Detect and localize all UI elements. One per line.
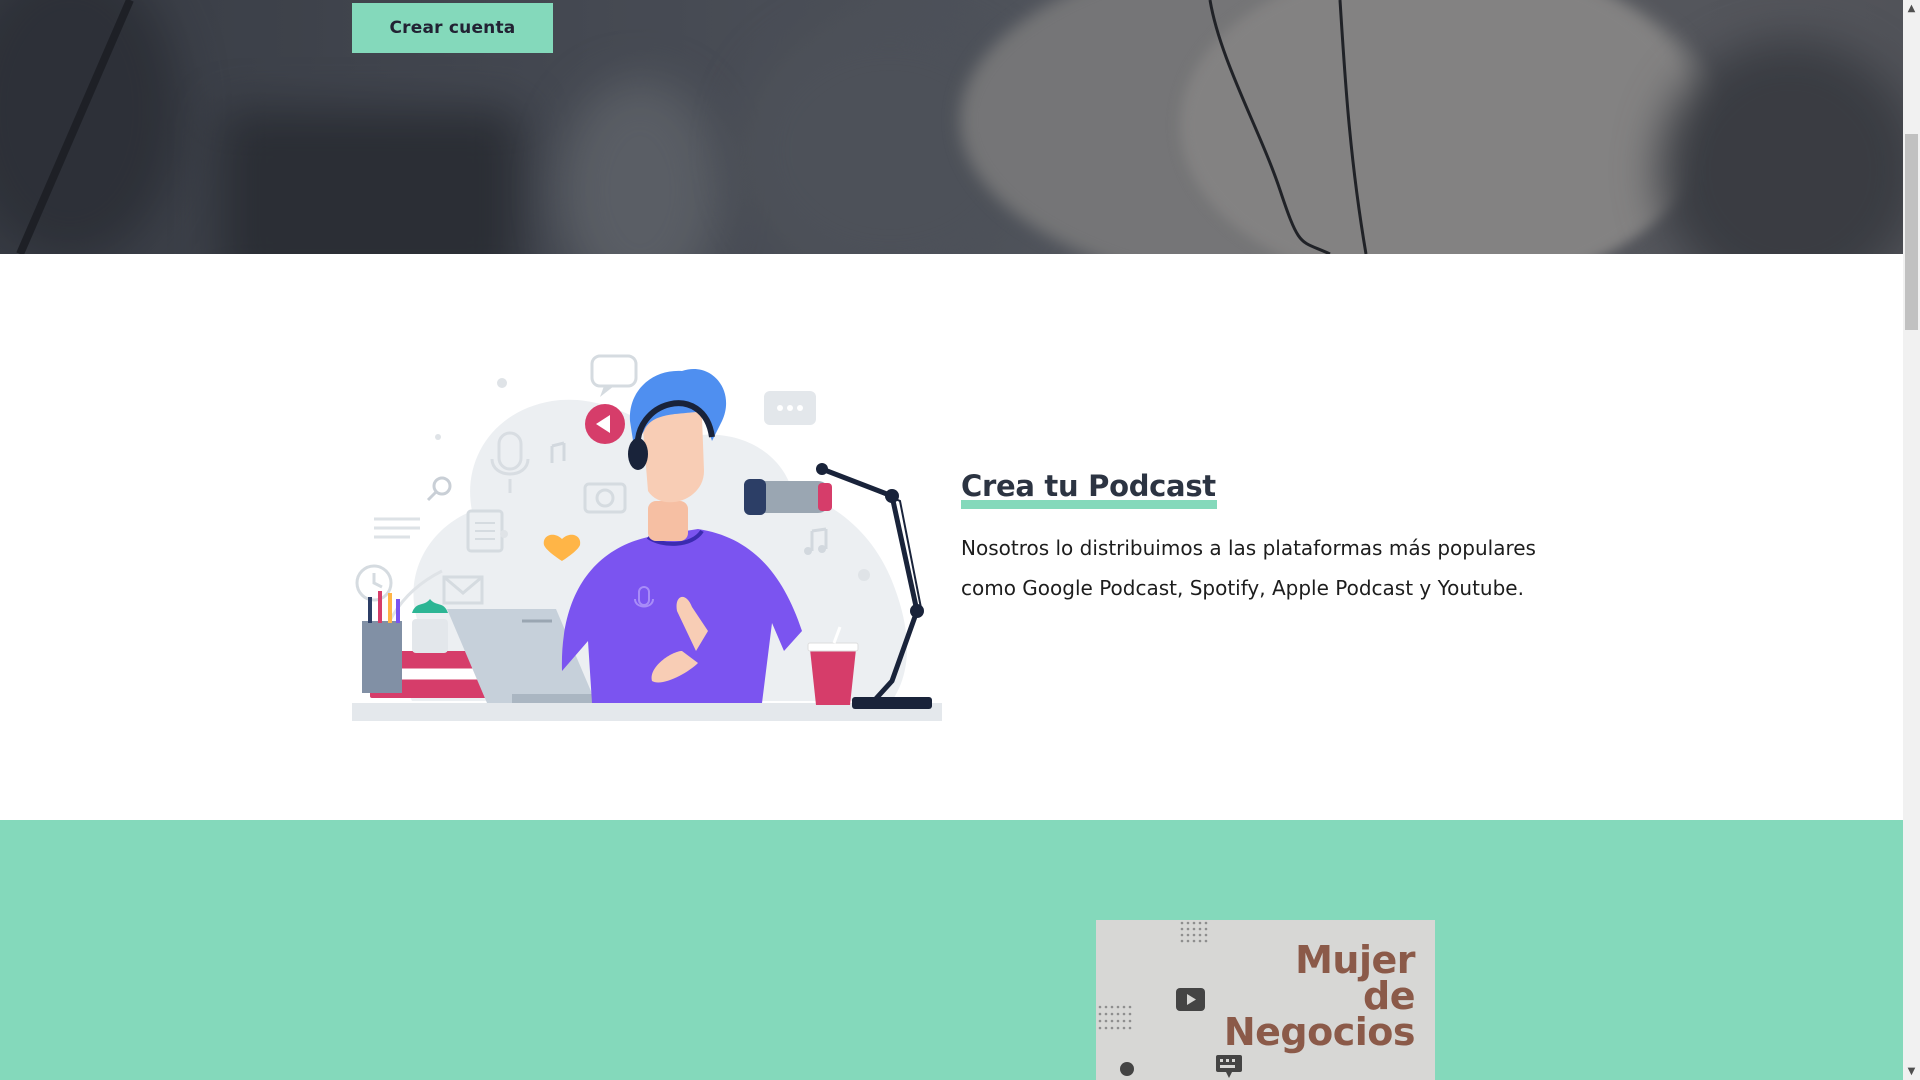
youtube-play-icon xyxy=(1176,988,1205,1011)
search-icon xyxy=(426,476,452,502)
podcast-section: Crea tu Podcast Crea tu Podcast Nosotros… xyxy=(0,254,1903,820)
scroll-down-arrow-icon[interactable]: ▼ xyxy=(1903,1063,1920,1080)
scrollbar-thumb[interactable] xyxy=(1905,134,1918,330)
podcast-illustration xyxy=(352,354,942,721)
hero-overlay xyxy=(0,0,1903,254)
hero-banner: Crear cuenta xyxy=(0,0,1903,254)
text-lines-icon xyxy=(374,517,420,539)
page: Crear cuenta Crea tu Podcast Nosotros lo… xyxy=(0,0,1903,1080)
card-dot xyxy=(1120,1062,1134,1076)
keyboard-icon xyxy=(1216,1055,1242,1078)
chat-bubble-icon xyxy=(764,391,816,425)
card-title: Mujer de Negocios xyxy=(1223,938,1416,1054)
play-icon xyxy=(585,404,625,444)
podcast-cover-card[interactable]: Mujer de Negocios xyxy=(1096,920,1435,1080)
scroll-up-arrow-icon[interactable]: ▲ xyxy=(1903,0,1920,17)
chat-bubble-icon xyxy=(590,354,638,397)
scrollbar[interactable]: ▲ ▼ xyxy=(1903,0,1920,1080)
podcast-title-overlay: Crea tu Podcast xyxy=(961,469,1216,503)
clock-icon xyxy=(355,564,393,602)
create-account-button[interactable]: Crear cuenta xyxy=(352,3,553,53)
featured-section: Mujer de Negocios xyxy=(0,820,1903,1080)
podcast-description: Nosotros lo distribuimos a las plataform… xyxy=(961,536,1536,600)
